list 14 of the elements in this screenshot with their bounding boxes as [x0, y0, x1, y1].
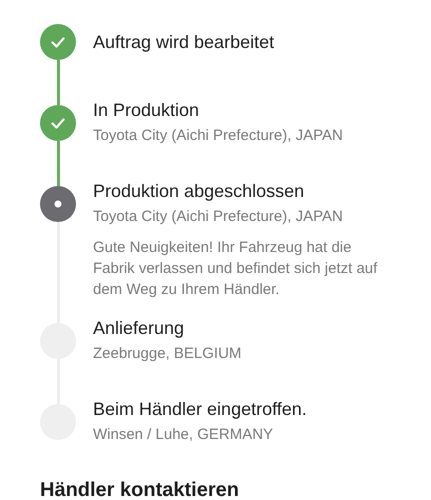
step-title: In Produktion: [93, 99, 200, 121]
status-message: Gute Neuigkeiten! Ihr Fahrzeug hat die Fabrik verlassen und befindet sich jetzt auf dem Weg zu Ihrem Händler.: [93, 238, 378, 300]
checkmark-icon: [51, 118, 65, 128]
step-title: Auftrag wird bearbeitet: [93, 31, 276, 53]
step-title: Beim Händler eingetroffen.: [93, 398, 308, 420]
step-title: Produktion abgeschlossen: [93, 180, 306, 202]
section-heading: Händler kontaktieren: [40, 479, 240, 500]
step-location: Winsen / Luhe, GERMANY: [93, 425, 274, 445]
dot-icon: [54, 200, 62, 208]
step-title: Anlieferung: [93, 317, 186, 339]
step-location: Toyota City (Aichi Prefecture), JAPAN: [93, 126, 344, 146]
step-location: Toyota City (Aichi Prefecture), JAPAN: [93, 207, 344, 227]
checkmark-icon: [51, 36, 65, 48]
step-location: Zeebrugge, BELGIUM: [93, 344, 242, 364]
